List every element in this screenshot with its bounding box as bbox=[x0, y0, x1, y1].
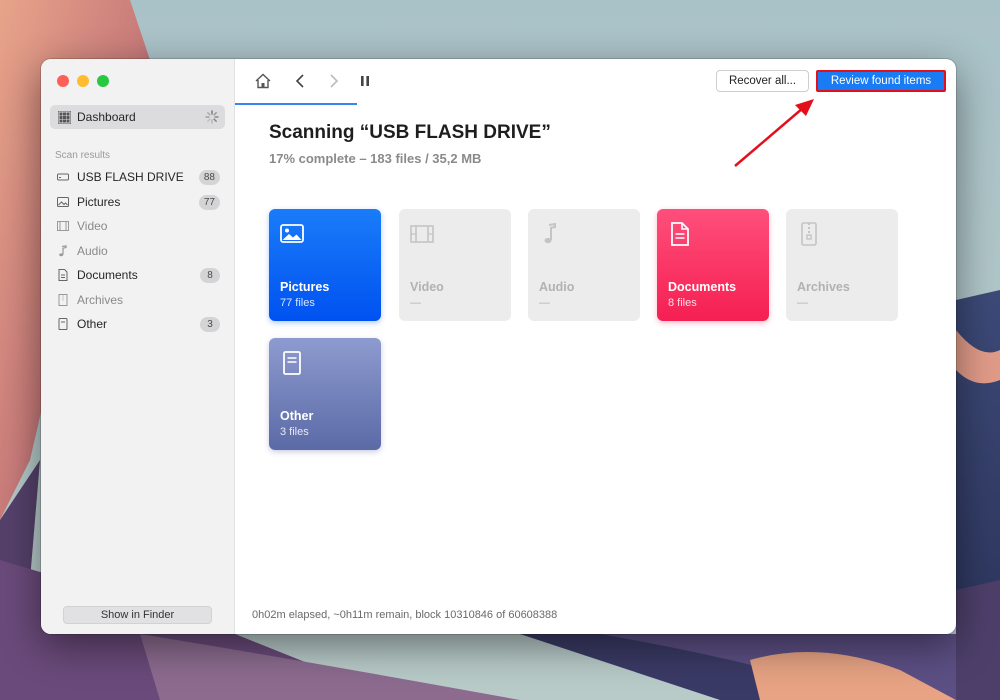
window-controls bbox=[57, 75, 109, 87]
category-tile-audio[interactable]: Audio — bbox=[528, 209, 640, 321]
category-tile-documents[interactable]: Documents 8 files bbox=[657, 209, 769, 321]
archive-icon bbox=[58, 293, 68, 306]
sidebar-item-label: Pictures bbox=[77, 194, 121, 209]
sidebar-item-label: Documents bbox=[77, 268, 138, 283]
scan-results-heading: Scan results bbox=[55, 150, 111, 161]
tile-name: Audio bbox=[539, 280, 575, 294]
tile-name: Archives bbox=[797, 280, 850, 294]
count-badge: 77 bbox=[198, 194, 220, 210]
sidebar-item-label: USB FLASH DRIVE bbox=[77, 170, 184, 185]
sidebar: Dashboard Scan results USB FLASH DRIVE 8… bbox=[41, 59, 235, 634]
sidebar-item-dashboard[interactable]: Dashboard bbox=[50, 105, 225, 129]
page-title: Scanning “USB FLASH DRIVE” bbox=[269, 122, 551, 143]
document-icon bbox=[58, 269, 68, 281]
sidebar-item-pictures[interactable]: Pictures 77 bbox=[41, 190, 235, 215]
forward-chevron-icon[interactable] bbox=[324, 72, 342, 90]
document-icon bbox=[671, 222, 689, 246]
category-tile-other[interactable]: Other 3 files bbox=[269, 338, 381, 450]
review-found-items-button[interactable]: Review found items bbox=[816, 70, 946, 92]
status-bar-text: 0h02m elapsed, ~0h11m remain, block 1031… bbox=[252, 609, 558, 621]
tile-name: Pictures bbox=[280, 280, 330, 294]
home-icon[interactable] bbox=[254, 72, 272, 90]
film-icon bbox=[410, 225, 434, 243]
sidebar-item-label: Video bbox=[77, 219, 108, 234]
tile-name: Video bbox=[410, 280, 444, 294]
sidebar-item-label: Archives bbox=[77, 292, 124, 307]
minimize-window-button[interactable] bbox=[77, 75, 89, 87]
sidebar-item-label: Other bbox=[77, 317, 108, 332]
tile-count: — bbox=[797, 297, 808, 309]
scan-results-list: USB FLASH DRIVE 88 Pictures 77 Video Aud… bbox=[41, 165, 235, 337]
count-badge: 8 bbox=[200, 268, 220, 283]
category-tile-video[interactable]: Video — bbox=[399, 209, 511, 321]
picture-icon bbox=[57, 196, 69, 207]
sidebar-item-label: Audio bbox=[77, 243, 108, 258]
show-in-finder-button[interactable]: Show in Finder bbox=[63, 606, 212, 624]
tile-name: Other bbox=[280, 409, 314, 423]
sidebar-item-video[interactable]: Video bbox=[41, 214, 235, 239]
picture-icon bbox=[280, 224, 304, 243]
sidebar-item-label: Dashboard bbox=[77, 110, 136, 124]
toolbar: Recover all... Review found items bbox=[235, 59, 956, 105]
back-chevron-icon[interactable] bbox=[292, 72, 310, 90]
sidebar-item-other[interactable]: Other 3 bbox=[41, 312, 235, 337]
sidebar-item-documents[interactable]: Documents 8 bbox=[41, 263, 235, 288]
tile-name: Documents bbox=[668, 280, 737, 294]
category-tile-archives[interactable]: Archives — bbox=[786, 209, 898, 321]
scan-progress-text: 17% complete – 183 files / 35,2 MB bbox=[269, 151, 482, 166]
app-window: Dashboard Scan results USB FLASH DRIVE 8… bbox=[41, 59, 956, 634]
category-tile-pictures[interactable]: Pictures 77 files bbox=[269, 209, 381, 321]
tile-count: 3 files bbox=[280, 426, 309, 438]
music-note-icon bbox=[544, 222, 556, 244]
sidebar-item-audio[interactable]: Audio bbox=[41, 239, 235, 264]
recover-all-button[interactable]: Recover all... bbox=[716, 70, 809, 92]
tile-count: 8 files bbox=[668, 297, 697, 309]
archive-icon bbox=[801, 222, 817, 246]
count-badge: 3 bbox=[200, 317, 220, 332]
count-badge: 88 bbox=[198, 170, 220, 185]
zoom-window-button[interactable] bbox=[97, 75, 109, 87]
file-icon bbox=[58, 318, 68, 330]
scan-progress-underline bbox=[235, 103, 357, 105]
tile-count: 77 files bbox=[280, 297, 315, 309]
grid-icon bbox=[58, 110, 71, 124]
film-icon bbox=[57, 221, 69, 231]
sidebar-item-usb-flash-drive[interactable]: USB FLASH DRIVE 88 bbox=[41, 165, 235, 190]
drive-icon bbox=[57, 173, 69, 181]
tile-count: — bbox=[410, 297, 421, 309]
sidebar-item-archives[interactable]: Archives bbox=[41, 288, 235, 313]
spinner-icon bbox=[205, 110, 219, 124]
pause-icon[interactable] bbox=[356, 72, 374, 90]
close-window-button[interactable] bbox=[57, 75, 69, 87]
music-note-icon bbox=[59, 244, 67, 256]
tile-count: — bbox=[539, 297, 550, 309]
file-icon bbox=[283, 351, 301, 375]
